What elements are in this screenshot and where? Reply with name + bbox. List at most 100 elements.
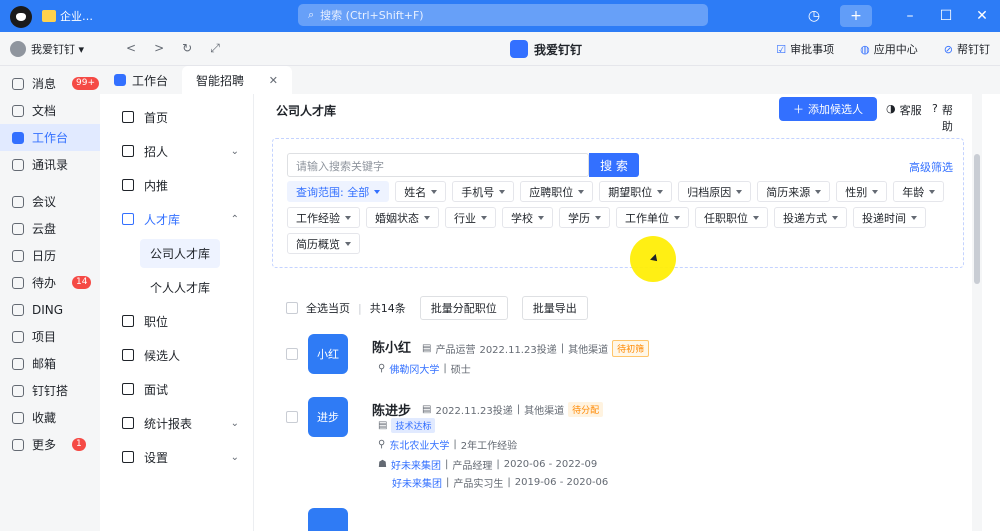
- nav-home[interactable]: 首页: [108, 100, 253, 134]
- sidebar-item-todo[interactable]: 待办 14: [0, 269, 100, 296]
- app-center-link[interactable]: ◍ 应用中心: [860, 41, 918, 57]
- avatar: 进步: [308, 397, 348, 437]
- sidebar-item-ding[interactable]: DING: [0, 296, 100, 323]
- sidebar-item-messages[interactable]: 消息 99+: [0, 70, 100, 97]
- filter-dropdown[interactable]: 年龄: [893, 181, 945, 202]
- select-all-checkbox[interactable]: [286, 302, 298, 314]
- filter-dropdown[interactable]: 学历: [559, 207, 610, 228]
- bulk-export-button[interactable]: 批量导出: [521, 296, 588, 320]
- maximize-button[interactable]: ☐: [928, 8, 964, 24]
- app-name[interactable]: 企业…: [42, 8, 93, 24]
- nav-hire[interactable]: 招人 ⌄: [108, 134, 253, 168]
- recruitment-nav: 首页 招人 ⌄ 内推 人才库 ⌃ 公司人才库 个人人才库 职位 候选人 面试 统计报…: [108, 94, 254, 531]
- filter-dropdown[interactable]: 投递方式: [774, 207, 847, 228]
- school-icon: ⚲: [378, 439, 386, 450]
- filter-dropdown[interactable]: 姓名: [395, 181, 447, 202]
- candidate-name[interactable]: 陈进步: [372, 400, 411, 419]
- total-count: 共14条: [369, 302, 406, 315]
- calendar-icon: [12, 249, 24, 262]
- status-badge: 待分配: [568, 402, 604, 417]
- add-candidate-button[interactable]: ＋添加候选人: [779, 97, 877, 121]
- filter-dropdown[interactable]: 任职职位: [695, 207, 768, 228]
- pointer-cursor-icon: [630, 236, 676, 282]
- org-switcher[interactable]: 我爱钉钉 ▾: [10, 41, 84, 57]
- skill-tags: ▤ 技术达标: [378, 418, 436, 433]
- nav-candidates[interactable]: 候选人: [108, 338, 253, 372]
- gear-icon: [122, 451, 134, 463]
- hire-icon: [122, 145, 134, 157]
- filter-dropdown[interactable]: 行业: [445, 207, 496, 228]
- search-button[interactable]: 搜 索: [589, 153, 639, 177]
- todo-badge: 14: [72, 276, 92, 289]
- sidebar-item-favorites[interactable]: 收藏: [0, 404, 100, 431]
- sidebar-item-builder[interactable]: 钉钉搭: [0, 377, 100, 404]
- nav-referral[interactable]: 内推: [108, 168, 253, 202]
- approval-link[interactable]: ☑ 审批事项: [776, 41, 834, 57]
- separator: |: [358, 301, 362, 315]
- nav-talent-pool[interactable]: 人才库 ⌃: [108, 202, 253, 236]
- keyword-search-input[interactable]: 请输入搜索关键字: [287, 153, 589, 177]
- skill-tag: 技术达标: [391, 418, 436, 433]
- nav-settings[interactable]: 设置 ⌄: [108, 440, 253, 474]
- advanced-filter-link[interactable]: 高级筛选: [909, 159, 953, 175]
- sidebar-item-workbench[interactable]: 工作台: [0, 124, 100, 151]
- create-button[interactable]: +: [840, 5, 872, 27]
- nav-interviews[interactable]: 面试: [108, 372, 253, 406]
- more-icon: [12, 438, 24, 451]
- bulk-assign-button[interactable]: 批量分配职位: [419, 296, 508, 320]
- help-link[interactable]: ⊘ 帮钉钉: [944, 41, 990, 57]
- history-icon[interactable]: ◷: [796, 8, 832, 24]
- filter-dropdown[interactable]: 工作单位: [616, 207, 689, 228]
- tab-workbench[interactable]: 工作台: [100, 66, 182, 94]
- candidate-name[interactable]: 陈小红: [372, 337, 411, 356]
- refresh-button[interactable]: ↻: [182, 41, 192, 56]
- workspace-title: 我爱钉钉: [510, 40, 582, 58]
- tag-icon: ▤: [378, 420, 388, 431]
- sidebar-item-project[interactable]: 项目: [0, 323, 100, 350]
- sidebar-item-contacts[interactable]: 通讯录: [0, 151, 100, 178]
- filter-dropdown[interactable]: 归档原因: [678, 181, 752, 202]
- sidebar-item-meeting[interactable]: 会议: [0, 188, 100, 215]
- filter-dropdown[interactable]: 简历概览: [287, 233, 360, 254]
- sidebar-item-mail[interactable]: 邮箱: [0, 350, 100, 377]
- nav-personal-talent[interactable]: 个人人才库: [108, 270, 253, 304]
- position-icon: [122, 315, 134, 327]
- candidate-card[interactable]: [286, 508, 946, 531]
- scrollbar-thumb[interactable]: [974, 154, 980, 284]
- filter-dropdown[interactable]: 应聘职位: [520, 181, 594, 202]
- nav-reports[interactable]: 统计报表 ⌄: [108, 406, 253, 440]
- workspace-logo-icon: [510, 40, 528, 58]
- sidebar-item-docs[interactable]: 文档: [0, 97, 100, 124]
- close-tab-icon[interactable]: ✕: [269, 74, 278, 87]
- sidebar-item-calendar[interactable]: 日历: [0, 242, 100, 269]
- global-search-input[interactable]: ⌕ 搜索 (Ctrl+Shift+F): [298, 4, 708, 26]
- help-link[interactable]: ? 帮助: [932, 102, 962, 134]
- talent-icon: [122, 213, 134, 225]
- scrollbar[interactable]: [972, 94, 982, 531]
- customer-service-link[interactable]: ◑ 客服: [886, 102, 922, 118]
- filter-dropdown[interactable]: 手机号: [452, 181, 515, 202]
- close-button[interactable]: ✕: [964, 8, 1000, 24]
- filter-dropdown[interactable]: 学校: [502, 207, 553, 228]
- forward-button[interactable]: >: [154, 41, 164, 56]
- chevron-down-icon: ⌄: [230, 145, 239, 157]
- nav-company-talent[interactable]: 公司人才库: [108, 236, 253, 270]
- sidebar-item-drive[interactable]: 云盘: [0, 215, 100, 242]
- tab-recruitment[interactable]: 智能招聘 ✕: [182, 66, 293, 94]
- sidebar-item-more[interactable]: 更多 1: [0, 431, 100, 458]
- filter-dropdown[interactable]: 婚姻状态: [366, 207, 439, 228]
- candidate-checkbox[interactable]: [286, 348, 298, 360]
- filter-dropdown[interactable]: 查询范围: 全部: [287, 181, 390, 202]
- minimize-button[interactable]: –: [892, 8, 928, 24]
- filter-dropdown[interactable]: 期望职位: [599, 181, 673, 202]
- filter-dropdown[interactable]: 简历来源: [757, 181, 831, 202]
- popout-button[interactable]: ⤢: [210, 41, 220, 56]
- cloud-icon: [12, 222, 24, 235]
- filter-dropdown[interactable]: 投递时间: [853, 207, 926, 228]
- filter-dropdown[interactable]: 工作经验: [287, 207, 360, 228]
- back-button[interactable]: <: [126, 41, 136, 56]
- select-all-label: 全选当页: [306, 302, 350, 315]
- filter-dropdown[interactable]: 性别: [836, 181, 888, 202]
- candidate-checkbox[interactable]: [286, 411, 298, 423]
- nav-positions[interactable]: 职位: [108, 304, 253, 338]
